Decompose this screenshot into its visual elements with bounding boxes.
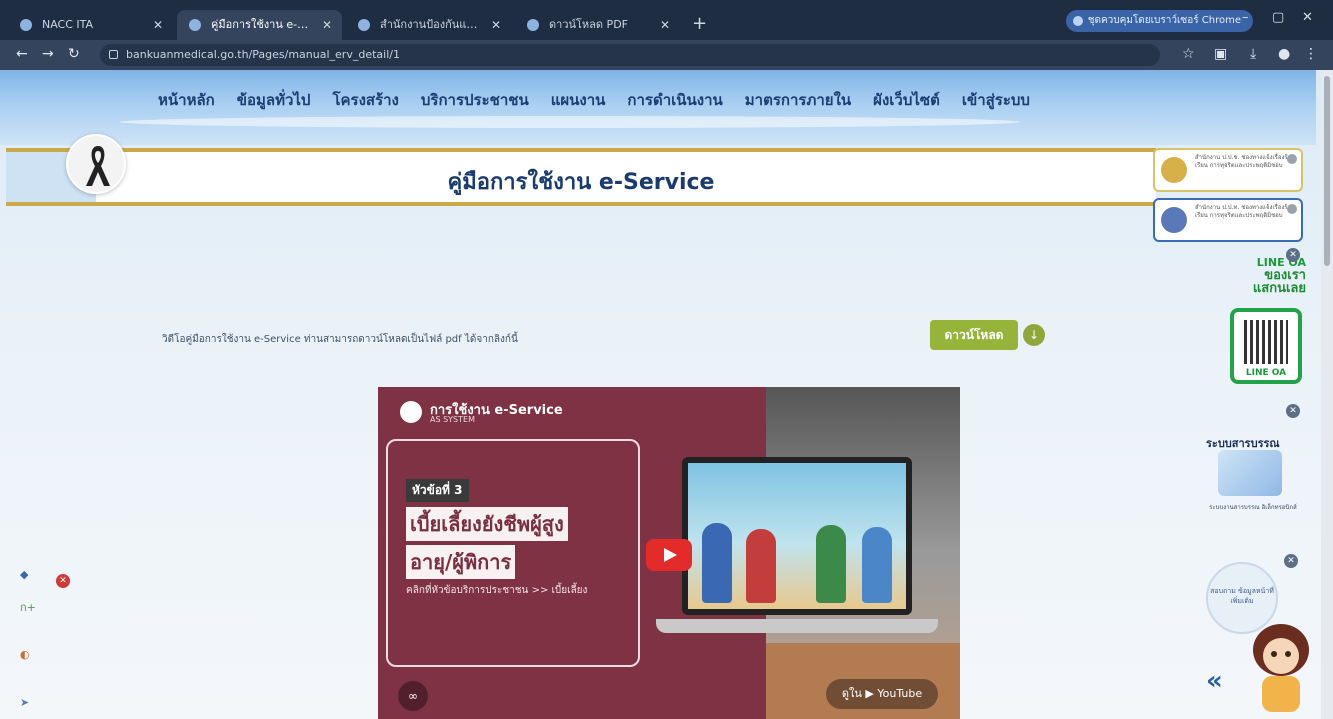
browser-tab[interactable]: ดาวน์โหลด PDF ✕: [515, 10, 680, 40]
nacc-complaint-card[interactable]: สำนักงาน ป.ป.ช. ช่องทางแจ้งเรื่องร้องเรี…: [1153, 148, 1303, 192]
card-close-icon[interactable]: [1287, 154, 1297, 164]
tab-close-icon[interactable]: ✕: [491, 10, 501, 40]
menu-item-login[interactable]: เข้าสู่ระบบ: [962, 88, 1030, 112]
line-qr-box[interactable]: LINE OA: [1230, 308, 1302, 384]
minimize-icon[interactable]: –: [1242, 10, 1249, 25]
line-oa-text: แสกนเลย: [1252, 281, 1306, 296]
sarabun-illustration[interactable]: [1218, 450, 1282, 496]
close-icon[interactable]: ✕: [1286, 404, 1300, 418]
elderly-figure: [816, 525, 846, 603]
browser-tab-bar: NACC ITA ✕ คู่มือการใช้งาน e-Service ✕ สำน…: [0, 0, 1333, 40]
site-menu: หน้าหลัก ข้อมูลทั่วไป โครงสร้าง บริการปร…: [158, 88, 1030, 112]
font-size-icon[interactable]: ก+: [20, 598, 36, 616]
pacc-complaint-card[interactable]: สำนักงาน ป.ป.ท. ช่องทางแจ้งเรื่องร้องเรี…: [1153, 198, 1303, 242]
menu-item-internal-measures[interactable]: มาตรการภายใน: [745, 88, 851, 112]
kebab-menu-icon[interactable]: ⋮: [1304, 46, 1318, 62]
menu-swoosh-decoration: [120, 116, 1020, 128]
line-oa-widget[interactable]: LINE OA ของเรา แสกนเลย LINE OA: [1226, 256, 1306, 396]
close-window-icon[interactable]: ✕: [1302, 10, 1313, 25]
contrast-icon[interactable]: ◐: [20, 648, 30, 661]
elderly-figure: [746, 529, 776, 603]
site-menu-bar: หน้าหลัก ข้อมูลทั่วไป โครงสร้าง บริการปร…: [0, 70, 1316, 145]
laptop-illustration: [682, 457, 912, 615]
channel-name: AS SYSTEM: [430, 415, 475, 424]
mascot-character[interactable]: [1248, 620, 1314, 716]
url-text: bankuanmedical.go.th/Pages/manual_erv_de…: [126, 48, 400, 61]
extensions-icon[interactable]: ▣: [1214, 46, 1227, 62]
tab-title: NACC ITA: [42, 18, 94, 31]
tab-title: ดาวน์โหลด PDF: [549, 18, 628, 31]
close-icon[interactable]: ✕: [1286, 248, 1300, 262]
browser-tab[interactable]: สำนักงานป้องกันและปราบปรามการทุจริต✕: [346, 10, 511, 40]
profile-chip[interactable]: ชุดควบคุมโดยเบราว์เซอร์ Chrome: [1065, 10, 1253, 32]
page-scrollbar[interactable]: [1321, 70, 1333, 719]
avatar[interactable]: ●: [1278, 46, 1290, 62]
browser-toolbar: ← → ↻ bankuanmedical.go.th/Pages/manual_…: [0, 40, 1333, 70]
cursor-icon[interactable]: ➤: [20, 696, 29, 709]
download-button[interactable]: ดาวน์โหลด: [930, 320, 1018, 350]
menu-item-general-info[interactable]: ข้อมูลทั่วไป: [237, 88, 311, 112]
browser-tab-active[interactable]: คู่มือการใช้งาน e-Service ✕: [177, 10, 342, 40]
tab-favicon-icon: [358, 19, 370, 31]
play-button-icon[interactable]: [646, 539, 692, 571]
close-icon[interactable]: ✕: [1284, 554, 1298, 568]
embedded-video[interactable]: การใช้งาน e-Service AS SYSTEM หัวข้อที่ …: [378, 387, 960, 719]
page-title-bar: คู่มือการใช้งาน e-Service: [6, 148, 1156, 206]
card-text: สำนักงาน ป.ป.ช. ช่องทางแจ้งเรื่องร้องเรี…: [1195, 154, 1295, 169]
qr-label: LINE OA: [1245, 368, 1287, 378]
menu-item-home[interactable]: หน้าหลัก: [158, 88, 215, 112]
tab-title: คู่มือการใช้งาน e-Service: [211, 18, 338, 31]
new-tab-button[interactable]: +: [684, 10, 715, 40]
nacc-emblem-icon: [1161, 157, 1187, 183]
collapse-chevron-icon[interactable]: «: [1206, 666, 1223, 696]
download-icon[interactable]: ⤓: [1250, 46, 1256, 62]
accessibility-icon[interactable]: ◆: [20, 568, 28, 581]
browser-window: NACC ITA ✕ คู่มือการใช้งาน e-Service ✕ สำน…: [0, 0, 1333, 719]
line-oa-heading: LINE OA ของเรา แสกนเลย: [1240, 256, 1306, 295]
forward-arrow-icon[interactable]: →: [42, 46, 54, 62]
mourning-ribbon-icon: [66, 134, 126, 194]
back-arrow-icon[interactable]: ←: [16, 46, 28, 62]
star-icon[interactable]: ☆: [1182, 46, 1195, 62]
channel-avatar[interactable]: [400, 401, 422, 423]
video-heading-line: เบี้ยเลี้ยงยังชีพผู้สูง: [406, 507, 568, 541]
elderly-figure: [862, 527, 892, 603]
menu-item-sitemap[interactable]: ผังเว็บไซต์: [873, 88, 940, 112]
tab-favicon-icon: [527, 19, 539, 31]
maximize-icon[interactable]: ▢: [1272, 10, 1284, 25]
reload-icon[interactable]: ↻: [68, 46, 80, 62]
link-icon[interactable]: ∞: [398, 681, 428, 711]
download-arrow-icon[interactable]: ↓: [1023, 324, 1045, 346]
browser-tab[interactable]: NACC ITA ✕: [8, 10, 173, 40]
menu-item-structure[interactable]: โครงสร้าง: [332, 88, 398, 112]
card-text: สำนักงาน ป.ป.ท. ช่องทางแจ้งเรื่องร้องเรี…: [1195, 204, 1295, 219]
page-title: คู่มือการใช้งาน e-Service: [447, 170, 715, 195]
web-page: หน้าหลัก ข้อมูลทั่วไป โครงสร้าง บริการปร…: [0, 70, 1333, 719]
site-info-icon[interactable]: [109, 50, 118, 59]
menu-item-plans[interactable]: แผนงาน: [551, 88, 606, 112]
topic-chip: หัวข้อที่ 3: [406, 479, 469, 502]
video-subline: คลิกที่หัวข้อบริการประชาชน >> เบี้ยเลี้ย…: [406, 585, 588, 596]
download-info-text: วิดีโอคู่มือการใช้งาน e-Service ท่านสามา…: [162, 334, 518, 345]
tab-close-icon[interactable]: ✕: [153, 10, 163, 40]
sarabun-caption: ระบบงานสารบรรณ อิเล็กทรอนิกส์: [1209, 504, 1297, 511]
card-close-icon[interactable]: [1287, 204, 1297, 214]
laptop-base: [656, 619, 938, 633]
watch-on-youtube-button[interactable]: ดูใน ▶ YouTube: [826, 679, 938, 709]
video-heading-line: อายุ/ผู้พิการ: [406, 545, 516, 579]
tab-close-icon[interactable]: ✕: [322, 10, 332, 40]
address-bar[interactable]: bankuanmedical.go.th/Pages/manual_erv_de…: [100, 44, 1160, 66]
video-heading: เบี้ยเลี้ยงยังชีพผู้สูง อายุ/ผู้พิการ: [406, 507, 568, 583]
tab-favicon-icon: [20, 19, 32, 31]
tab-favicon-icon: [189, 19, 201, 31]
menu-item-public-services[interactable]: บริการประชาชน: [421, 88, 529, 112]
qr-code-icon: [1244, 320, 1288, 364]
pacc-emblem-icon: [1161, 207, 1187, 233]
close-icon[interactable]: ✕: [56, 574, 70, 588]
tab-close-icon[interactable]: ✕: [660, 10, 670, 40]
elderly-figure: [702, 523, 732, 603]
scrollbar-thumb[interactable]: [1324, 76, 1330, 266]
menu-item-operations[interactable]: การดำเนินงาน: [627, 88, 722, 112]
